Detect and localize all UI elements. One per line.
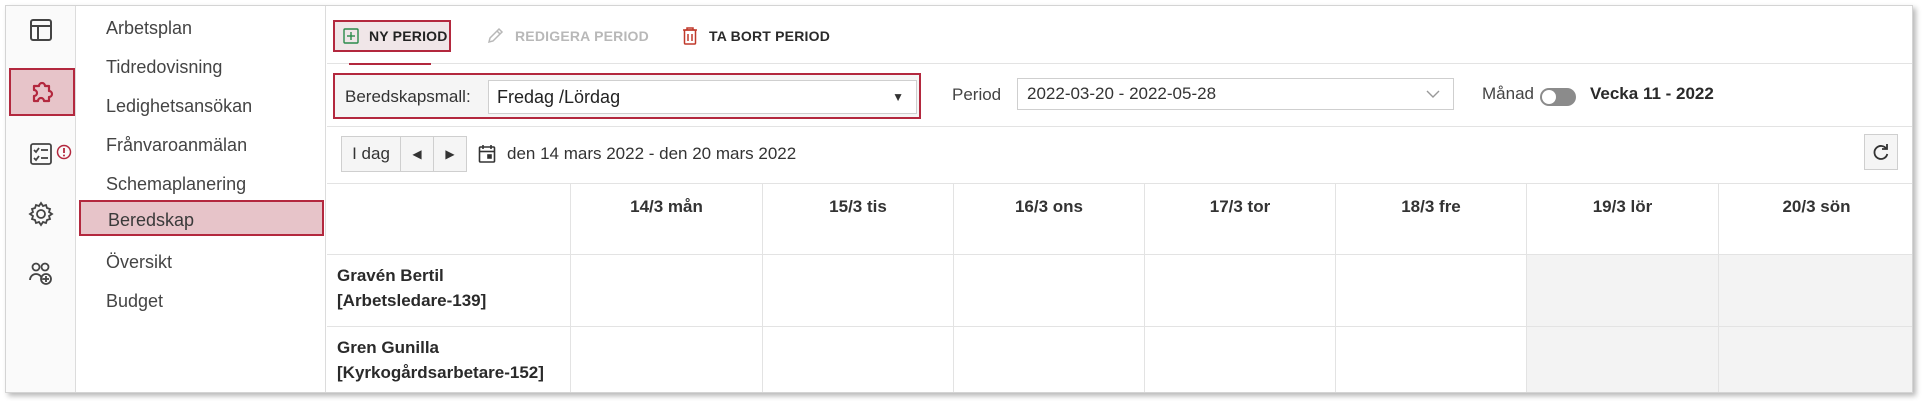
schedule-cell[interactable] <box>571 255 763 327</box>
alert-icon <box>56 144 72 160</box>
day-header: 16/3 ons <box>954 184 1145 255</box>
delete-period-label: TA BORT PERIOD <box>709 28 831 44</box>
edit-period-button[interactable]: REDIGERA PERIOD <box>485 20 649 52</box>
schedule-grid: 14/3 mån 15/3 tis 16/3 ons 17/3 tor 18/3… <box>327 183 1912 392</box>
subnav-item-ledighetsansokan[interactable]: Ledighetsansökan <box>76 88 326 124</box>
main-content: NY PERIOD REDIGERA PERIOD TA BORT PERIOD… <box>327 6 1912 392</box>
caret-down-icon: ▼ <box>892 90 904 104</box>
rail-puzzle[interactable] <box>9 68 75 116</box>
subnav-item-beredskap[interactable]: Beredskap <box>79 200 324 236</box>
app-window: Arbetsplan Tidredovisning Ledighetsansök… <box>5 5 1913 393</box>
grid-corner <box>327 184 571 255</box>
month-toggle[interactable] <box>1540 88 1576 106</box>
new-period-button[interactable]: NY PERIOD <box>333 20 451 52</box>
refresh-button[interactable] <box>1864 134 1898 170</box>
rail-settings[interactable] <box>6 190 76 238</box>
subnav-item-oversikt[interactable]: Översikt <box>76 244 326 280</box>
toolbar: NY PERIOD REDIGERA PERIOD TA BORT PERIOD <box>327 6 1912 65</box>
schedule-cell[interactable] <box>763 327 954 392</box>
schedule-cell[interactable] <box>571 327 763 392</box>
today-button[interactable]: I dag <box>341 136 401 172</box>
delete-period-button[interactable]: TA BORT PERIOD <box>681 20 830 52</box>
schedule-cell[interactable] <box>1145 327 1336 392</box>
plus-box-icon <box>343 28 359 44</box>
next-week-button[interactable]: ▶ <box>433 136 467 172</box>
template-label: Beredskapsmall: <box>345 87 471 106</box>
users-add-icon <box>29 262 52 285</box>
employee-name-text: Gravén Bertil <box>337 266 444 285</box>
checklist-icon <box>30 143 52 165</box>
toggle-knob <box>1542 90 1556 104</box>
employee-role-text: [Kyrkogårdsarbetare-152] <box>337 363 544 382</box>
subnav-item-arbetsplan[interactable]: Arbetsplan <box>76 10 326 46</box>
template-select[interactable]: Fredag /Lördag ▼ <box>488 80 917 114</box>
period-select[interactable]: 2022-03-20 - 2022-05-28 <box>1017 78 1454 110</box>
chevron-down-icon <box>1426 90 1440 98</box>
employee-role-text: [Arbetsledare-139] <box>337 291 487 310</box>
schedule-cell-weekend[interactable] <box>1719 327 1912 392</box>
schedule-cell-weekend[interactable] <box>1527 327 1719 392</box>
rail-layout[interactable] <box>6 6 76 54</box>
date-navigation: I dag ◀ ▶ den 14 mars 2022 - den 20 mars… <box>327 127 1912 183</box>
day-header: 14/3 mån <box>571 184 763 255</box>
subnav-item-schemaplanering[interactable]: Schemaplanering <box>76 166 326 202</box>
subnav-item-budget[interactable]: Budget <box>76 283 326 319</box>
day-header: 15/3 tis <box>763 184 954 255</box>
trash-icon <box>683 27 697 45</box>
puzzle-icon <box>32 81 54 103</box>
subnav-item-franvaroanmalan[interactable]: Frånvaroanmälan <box>76 127 326 163</box>
caret-right-icon: ▶ <box>445 147 455 161</box>
sub-navigation: Arbetsplan Tidredovisning Ledighetsansök… <box>76 6 326 392</box>
employee-name-text: Gren Gunilla <box>337 338 440 357</box>
caret-left-icon: ◀ <box>412 147 422 161</box>
week-label: Vecka 11 - 2022 <box>1590 84 1714 103</box>
new-period-label: NY PERIOD <box>369 28 448 44</box>
rail-checklist[interactable] <box>6 130 76 178</box>
template-filter: Beredskapsmall: Fredag /Lördag ▼ <box>333 73 921 119</box>
pencil-icon <box>487 27 504 44</box>
period-label: Period <box>952 85 1002 104</box>
schedule-cell-weekend[interactable] <box>1527 255 1719 327</box>
filter-row: Beredskapsmall: Fredag /Lördag ▼ Period … <box>327 65 1912 127</box>
day-header: 17/3 tor <box>1145 184 1336 255</box>
subnav-item-tidredovisning[interactable]: Tidredovisning <box>76 49 326 85</box>
template-value: Fredag /Lördag <box>497 87 621 107</box>
rail-users[interactable] <box>6 250 76 298</box>
day-header: 20/3 sön <box>1719 184 1912 255</box>
period-value: 2022-03-20 - 2022-05-28 <box>1027 84 1217 103</box>
schedule-cell[interactable] <box>1145 255 1336 327</box>
schedule-cell[interactable] <box>763 255 954 327</box>
previous-week-button[interactable]: ◀ <box>400 136 434 172</box>
schedule-cell[interactable] <box>1336 255 1527 327</box>
employee-name: Gren Gunilla [Kyrkogårdsarbetare-152] <box>327 327 571 392</box>
edit-period-label: REDIGERA PERIOD <box>515 28 649 44</box>
day-header: 18/3 fre <box>1336 184 1527 255</box>
icon-rail <box>6 6 76 392</box>
day-header: 19/3 lör <box>1527 184 1719 255</box>
schedule-cell[interactable] <box>1336 327 1527 392</box>
calendar-icon[interactable] <box>478 144 496 164</box>
schedule-cell-weekend[interactable] <box>1719 255 1912 327</box>
refresh-icon <box>1873 144 1889 160</box>
gear-icon <box>28 201 54 227</box>
layout-icon <box>30 19 52 41</box>
employee-name: Gravén Bertil [Arbetsledare-139] <box>327 255 571 327</box>
schedule-cell[interactable] <box>954 255 1145 327</box>
date-range-label: den 14 mars 2022 - den 20 mars 2022 <box>507 144 797 163</box>
month-label: Månad <box>1482 84 1534 103</box>
schedule-cell[interactable] <box>954 327 1145 392</box>
